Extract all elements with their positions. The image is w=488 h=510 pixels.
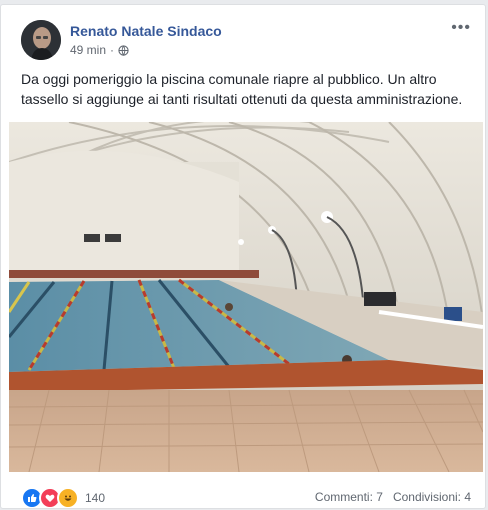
globe-icon[interactable] bbox=[118, 44, 129, 56]
reactions-summary[interactable]: 140 bbox=[21, 487, 106, 508]
post-text: Da oggi pomeriggio la piscina comunale r… bbox=[21, 71, 463, 107]
author-name[interactable]: Renato Natale Sindaco bbox=[70, 23, 222, 39]
haha-icon bbox=[57, 487, 79, 508]
more-options-icon[interactable]: ••• bbox=[451, 19, 471, 37]
post-photo[interactable] bbox=[9, 122, 483, 472]
reaction-count: 140 bbox=[85, 491, 106, 505]
post-time[interactable]: 49 min bbox=[70, 43, 106, 57]
post-card: Renato Natale Sindaco 49 min · ••• Da og… bbox=[0, 4, 486, 509]
comments-link[interactable]: Commenti: 7 bbox=[315, 490, 383, 504]
avatar[interactable] bbox=[21, 20, 61, 60]
post-footer: 140 Commenti: 7 Condivisioni: 4 bbox=[1, 481, 485, 508]
post-meta: 49 min · bbox=[70, 43, 129, 57]
shares-link[interactable]: Condivisioni: 4 bbox=[393, 490, 471, 504]
post-stats: Commenti: 7 Condivisioni: 4 bbox=[315, 490, 471, 504]
